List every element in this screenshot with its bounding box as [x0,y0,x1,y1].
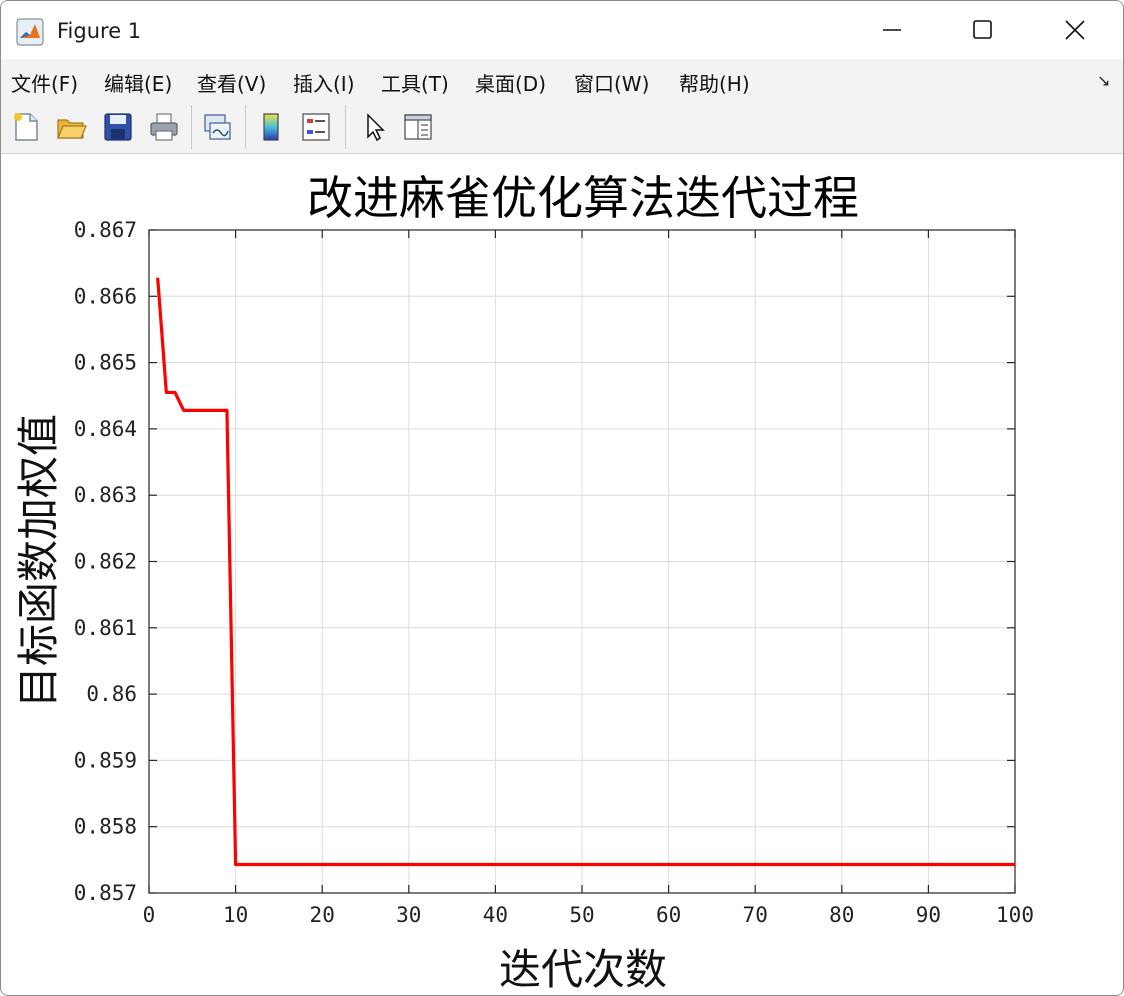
y-tick-label: 0.86 [86,682,137,706]
x-tick-label: 40 [483,903,508,927]
save-button[interactable] [100,109,136,145]
minimize-icon [883,29,901,31]
y-tick-label: 0.863 [74,483,137,507]
x-tick-label: 100 [996,903,1034,927]
menu-tools[interactable]: 工具(T) [381,68,449,97]
menu-edit[interactable]: 编辑(E) [104,68,172,97]
x-axis-label: 迭代次数 [499,945,667,994]
link-plot-button[interactable] [199,109,235,145]
colorbar-button[interactable] [253,109,289,145]
x-tick-label: 10 [223,903,248,927]
toolbar-separator [345,105,346,149]
x-tick-label: 50 [569,903,594,927]
close-icon [1065,20,1085,40]
menu-desktop[interactable]: 桌面(D) [475,68,546,97]
x-tick-label: 0 [143,903,156,927]
colorbar-icon [263,113,279,141]
open-file-icon [57,119,87,139]
toolbar-separator [245,105,246,149]
figure-window: Figure 1 文件(F) 编辑(E) 查看(V) 插入(I) 工具(T) 桌… [0,0,1124,996]
y-tick-label: 0.858 [74,815,137,839]
x-tick-label: 90 [916,903,941,927]
property-inspector-button[interactable] [400,109,436,145]
y-tick-label: 0.867 [74,218,137,242]
toolbar [1,101,1123,154]
y-tick-label: 0.859 [74,748,137,772]
line-chart[interactable]: 改进麻雀优化算法迭代过程 0 10 20 30 40 50 60 70 80 90 100 0.857… [1,154,1123,995]
open-file-button[interactable] [53,109,89,145]
link-plot-icon [204,114,231,140]
close-button[interactable] [1029,1,1121,59]
legend-icon [302,113,330,141]
y-tick-label: 0.865 [74,351,137,375]
save-icon [104,113,132,141]
property-inspector-icon [404,114,432,140]
y-tick-label: 0.864 [74,417,137,441]
y-tick-label: 0.866 [74,284,137,308]
minimize-button[interactable] [846,1,938,59]
menu-bar: 文件(F) 编辑(E) 查看(V) 插入(I) 工具(T) 桌面(D) 窗口(W… [1,59,1123,101]
menu-help[interactable]: 帮助(H) [679,68,750,97]
x-tick-label: 20 [310,903,335,927]
print-button[interactable] [146,109,182,145]
menu-file[interactable]: 文件(F) [11,68,78,97]
x-tick-label: 30 [396,903,421,927]
x-tick-label: 80 [829,903,854,927]
pointer-icon [367,113,385,142]
title-bar[interactable]: Figure 1 [1,1,1123,59]
toolbar-separator [191,105,192,149]
series-layer [156,277,1015,867]
y-axis-label: 目标函数加权值 [14,414,63,708]
maximize-button[interactable] [937,1,1029,59]
pointer-button[interactable] [356,109,392,145]
window-title: Figure 1 [57,19,142,43]
dock-arrow-icon[interactable]: ↘ [1097,71,1110,90]
y-tick-label: 0.861 [74,616,137,640]
matlab-icon [16,18,44,46]
series-line [156,277,1015,867]
menu-view[interactable]: 查看(V) [197,68,266,97]
figure-canvas[interactable]: 改进麻雀优化算法迭代过程 0 10 20 30 40 50 60 70 80 90 100 0.857… [1,154,1123,995]
menu-insert[interactable]: 插入(I) [293,68,355,97]
maximize-icon [973,20,992,39]
new-figure-button[interactable] [8,109,44,145]
legend-button[interactable] [298,109,334,145]
y-tick-label: 0.862 [74,550,137,574]
print-icon [150,113,178,141]
y-tick-label: 0.857 [74,881,137,905]
x-tick-label: 70 [743,903,768,927]
tick-labels: 0 10 20 30 40 50 60 70 80 90 100 0.857 0.858 0.859 0.8… [74,218,1034,927]
grid-lines [149,230,1015,893]
chart-title: 改进麻雀优化算法迭代过程 [307,171,859,225]
x-tick-label: 60 [656,903,681,927]
menu-window[interactable]: 窗口(W) [574,68,649,97]
new-figure-icon [14,113,38,141]
